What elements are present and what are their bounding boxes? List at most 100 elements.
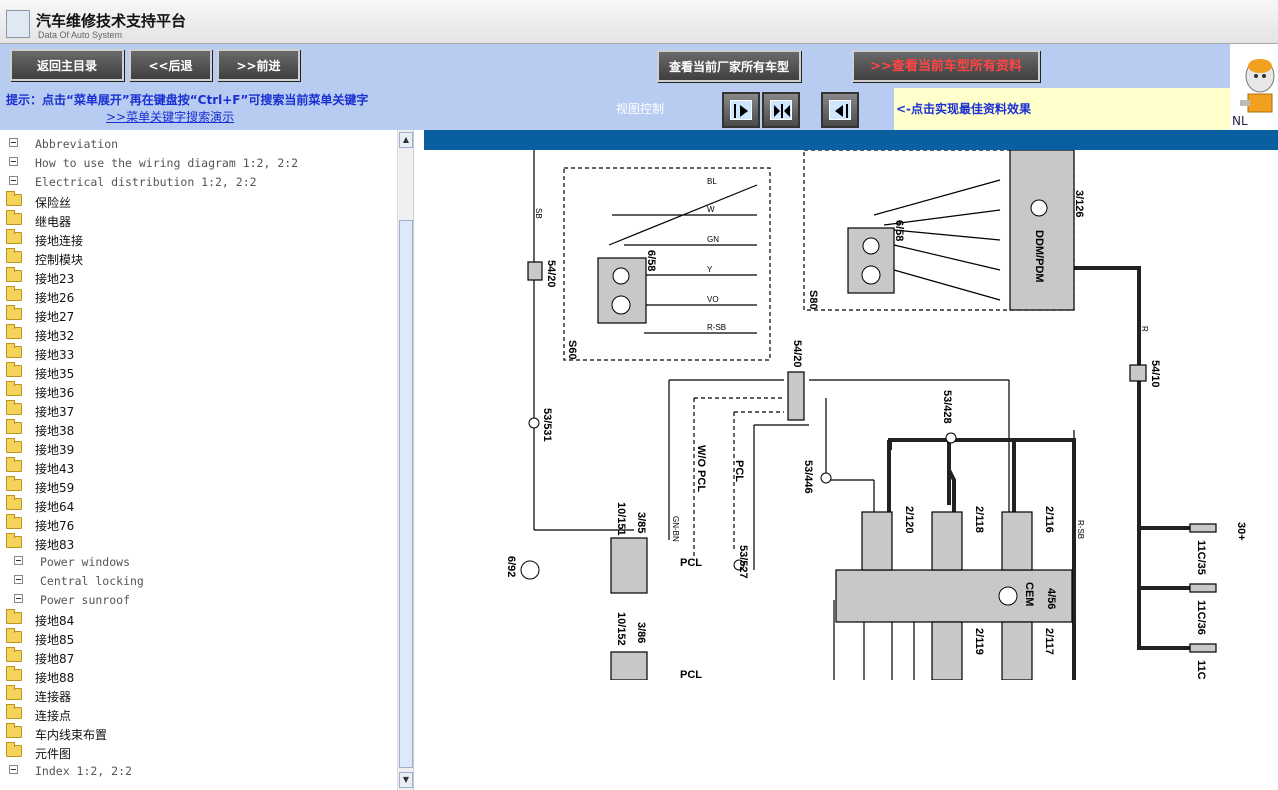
- search-demo-link[interactable]: >>菜单关键字搜索演示: [106, 108, 234, 125]
- model-all-data-button[interactable]: >>查看当前车型所有资料: [852, 50, 1040, 82]
- label-2-116: 2/116: [1043, 506, 1055, 533]
- wire-gn-s80: [893, 229, 1001, 241]
- scroll-thumb[interactable]: [399, 220, 413, 768]
- wire-r-11c36: [1137, 528, 1204, 590]
- lock-icon-s60: [612, 267, 630, 285]
- title-bar: 汽车维修技术支持平台 Data Of Auto System: [0, 0, 1278, 44]
- label-11c-3x: 11C/3: [1195, 660, 1207, 680]
- mascot-image: NL: [1230, 44, 1278, 130]
- folder-icon: [6, 210, 22, 225]
- view-split-button[interactable]: [762, 92, 800, 128]
- tree-item-label: 接地88: [35, 671, 75, 685]
- wiring-diagram[interactable]: S60 S80 DDM/PDM 3/126 CEM 4/56 6/58 6/58…: [424, 150, 1278, 680]
- back-button[interactable]: <<后退: [129, 49, 212, 81]
- diagram-pane: S60 S80 DDM/PDM 3/126 CEM 4/56 6/58 6/58…: [424, 130, 1278, 790]
- label-53-531: 53/531: [541, 408, 553, 442]
- splice-53-428: [945, 432, 957, 444]
- folder-icon: [6, 666, 22, 681]
- fuse-11c-36[interactable]: [1189, 583, 1217, 593]
- main-menu-button[interactable]: 返回主目录: [10, 49, 124, 81]
- ddm-k-icon: [1030, 199, 1048, 217]
- tree-item-label: Power windows: [40, 555, 131, 569]
- tree-item-label: 接地33: [35, 348, 75, 362]
- folder-icon: [6, 286, 22, 301]
- wire-label-r: R: [1140, 326, 1149, 332]
- folder-icon: [6, 647, 22, 662]
- label-54-20-a: 54/20: [545, 260, 557, 288]
- tree-item-label: 接地27: [35, 310, 75, 324]
- tree-node-icon: [9, 138, 18, 147]
- wire-label-w: W: [707, 205, 715, 214]
- relay-2-120[interactable]: [861, 511, 893, 571]
- relay-2-116[interactable]: [1001, 511, 1033, 571]
- folder-icon: [6, 381, 22, 396]
- tree-item-label: Abbreviation: [35, 137, 119, 151]
- fuse-11c-37[interactable]: [1189, 643, 1217, 653]
- tree-item-label: 接地37: [35, 405, 75, 419]
- tree-node-icon: [14, 575, 23, 584]
- app-logo-icon: [6, 10, 30, 38]
- relay-2-118[interactable]: [931, 511, 963, 571]
- app-subtitle: Data Of Auto System: [38, 30, 123, 40]
- label-6-58-b: 6/58: [893, 220, 905, 241]
- folder-icon: [6, 628, 22, 643]
- folder-open-icon: [6, 533, 22, 548]
- connector-54-20-a[interactable]: [527, 261, 543, 281]
- wire-label-bl: BL: [707, 177, 717, 186]
- folder-icon: [6, 438, 22, 453]
- connector-54-10[interactable]: [1129, 364, 1147, 382]
- label-pcl-3: PCL: [680, 669, 702, 680]
- tree-item-label: 保险丝: [35, 196, 72, 210]
- tree-item-label: Electrical distribution 1:2, 2:2: [35, 175, 257, 189]
- tree-item-label: 接地36: [35, 386, 75, 400]
- wire-label-rsb-2: R-SB: [1076, 520, 1085, 539]
- wire-label-rsb: R-SB: [707, 323, 726, 332]
- scroll-down-button[interactable]: ▼: [399, 772, 413, 788]
- forward-button[interactable]: >>前进: [217, 49, 300, 81]
- tree-item-label: 元件图: [35, 747, 72, 761]
- sidebar-scrollbar[interactable]: ▲ ▼: [397, 130, 413, 790]
- splice-53-446: [820, 472, 832, 484]
- folder-icon: [6, 476, 22, 491]
- tree-item-label: 车内线束布置: [35, 728, 108, 742]
- tree-item-label: 接地26: [35, 291, 75, 305]
- tree-item-label: 连接器: [35, 690, 72, 704]
- folder-icon: [6, 248, 22, 263]
- folder-icon: [6, 514, 22, 529]
- maker-models-button[interactable]: 查看当前厂家所有车型: [657, 50, 801, 82]
- mascot-label: NL: [1232, 114, 1248, 128]
- tree-item-label: 继电器: [35, 215, 72, 229]
- wire-rsb-s80: [893, 269, 1001, 301]
- folder-icon: [6, 305, 22, 320]
- cem-module[interactable]: [835, 569, 1073, 623]
- wire-label-sb: SB: [534, 208, 543, 219]
- label-11c-35: 11C/35: [1195, 540, 1207, 575]
- lock-icon-s80: [862, 237, 880, 255]
- folder-icon: [6, 362, 22, 377]
- folder-icon: [6, 495, 22, 510]
- tree-item-label: 接地32: [35, 329, 75, 343]
- label-pcl: PCL: [733, 460, 745, 482]
- relay-2-117[interactable]: [1001, 621, 1033, 680]
- tree-node-icon: [9, 176, 18, 185]
- tree-node-icon: [9, 157, 18, 166]
- switch-10-152[interactable]: [610, 651, 648, 680]
- label-2-120: 2/120: [903, 506, 915, 534]
- wire-r-thick: [1074, 266, 1204, 530]
- wire-label-gn: GN: [707, 235, 719, 244]
- scroll-up-button[interactable]: ▲: [399, 132, 413, 148]
- folder-icon: [6, 343, 22, 358]
- connector-54-20-b[interactable]: [787, 371, 805, 421]
- label-ddm-id: 3/126: [1073, 190, 1085, 218]
- folder-icon: [6, 191, 22, 206]
- wire-r-11c37: [1137, 588, 1204, 650]
- folder-icon: [6, 742, 22, 757]
- switch-10-151[interactable]: [610, 537, 648, 594]
- view-collapse-button[interactable]: [821, 92, 859, 128]
- label-53-446: 53/446: [802, 460, 814, 494]
- tree-item-label: 接地35: [35, 367, 75, 381]
- expand-right-icon: [730, 100, 752, 120]
- view-expand-button[interactable]: [722, 92, 760, 128]
- relay-2-119[interactable]: [931, 621, 963, 680]
- fuse-11c-35[interactable]: [1189, 523, 1217, 533]
